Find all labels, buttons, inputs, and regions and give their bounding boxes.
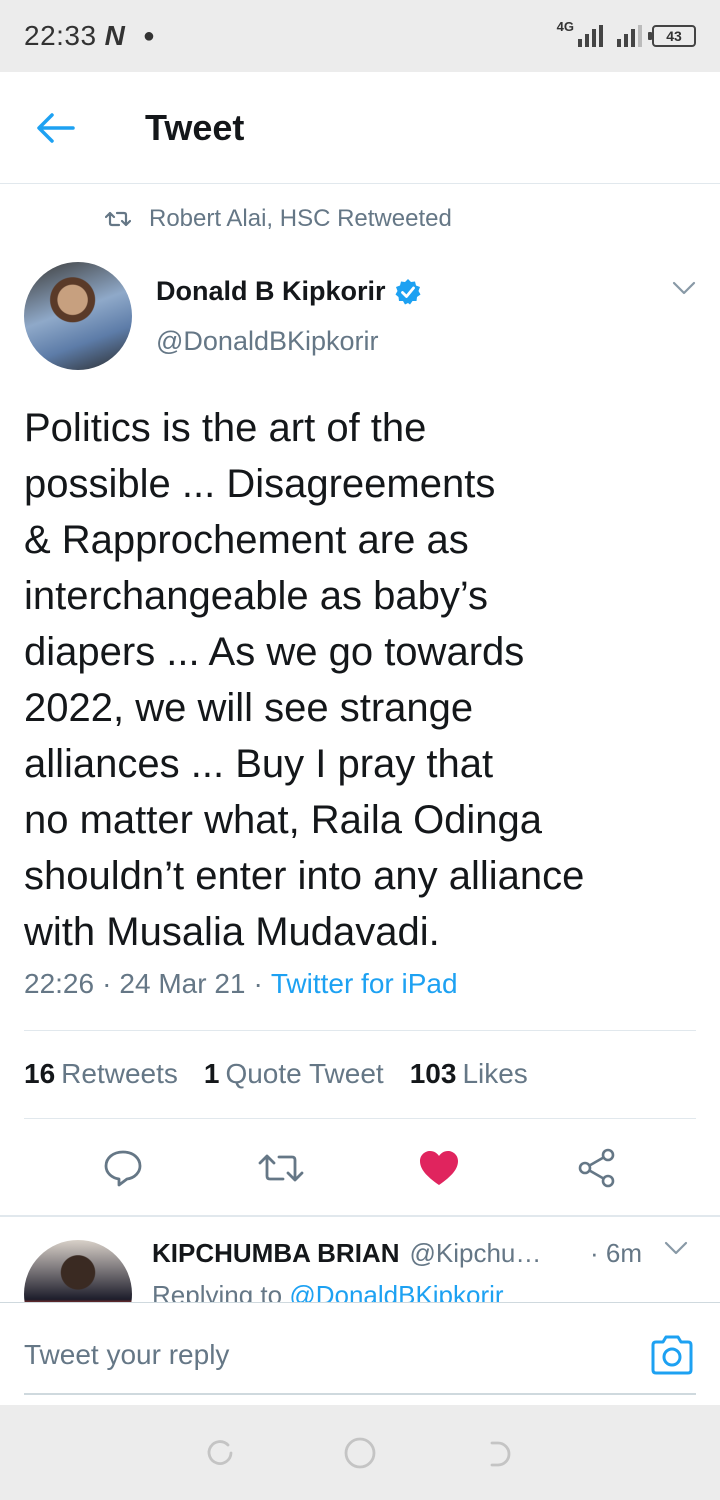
likes-label: Likes	[462, 1058, 528, 1089]
retweeted-label: Robert Alai, HSC Retweeted	[149, 205, 452, 232]
battery-icon: 43	[648, 25, 696, 47]
signal-icon	[578, 25, 603, 47]
recents-button[interactable]	[200, 1433, 240, 1473]
share-button[interactable]	[567, 1138, 627, 1198]
reply-composer: Tweet your reply	[0, 1302, 720, 1402]
replying-to-link[interactable]: @DonaldBKipkorir	[289, 1280, 503, 1302]
reply-author-handle: @Kipchu…	[409, 1238, 542, 1268]
arrow-left-icon	[37, 112, 75, 143]
reply-button[interactable]	[93, 1138, 153, 1198]
home-button[interactable]	[340, 1433, 380, 1473]
tweet-source-link[interactable]: Twitter for iPad	[271, 968, 458, 1000]
page-title: Tweet	[145, 106, 245, 148]
reply-author-name: KIPCHUMBA BRIAN	[152, 1238, 400, 1268]
back-nav-icon	[490, 1441, 511, 1466]
divider	[24, 1118, 696, 1119]
camera-icon[interactable]	[648, 1331, 696, 1379]
back-nav-button[interactable]	[480, 1433, 520, 1473]
quotes-label: Quote Tweet	[225, 1058, 384, 1089]
verified-badge-icon	[395, 278, 421, 304]
like-button[interactable]	[409, 1138, 469, 1198]
quotes-count: 1	[203, 1058, 220, 1089]
status-icons: 4G 43	[557, 19, 696, 47]
tweet-meta: 22:26 · 24 Mar 21 · Twitter for iPad	[24, 968, 458, 1000]
meta-separator-2: ·	[253, 968, 263, 999]
tweet-author: Donald B Kipkorir @DonaldBKipkorir	[24, 262, 696, 372]
replying-to: Replying to @DonaldBKipkorir	[152, 1280, 504, 1302]
author-name-row[interactable]: Donald B Kipkorir	[156, 276, 422, 307]
retweets-stat[interactable]: 16 Retweets	[24, 1058, 178, 1090]
meta-separator: ·	[102, 968, 112, 999]
tweet-stats: 16 Retweets 1 Quote Tweet 103 Likes	[24, 1058, 528, 1090]
divider	[24, 1030, 696, 1031]
home-circle-icon	[344, 1437, 376, 1468]
top-app-bar: Tweet	[0, 72, 720, 184]
author-name: Donald B Kipkorir	[156, 276, 386, 306]
status-time: 22:33	[24, 20, 97, 51]
signal-icon-2	[617, 25, 642, 47]
reply-item[interactable]: KIPCHUMBA BRIAN @Kipchu… · 6m Replying t…	[0, 1238, 720, 1302]
chevron-down-icon[interactable]	[664, 1240, 688, 1256]
reply-author-row: KIPCHUMBA BRIAN @Kipchu…	[152, 1238, 541, 1269]
avatar[interactable]	[24, 1240, 132, 1302]
reply-icon	[104, 1150, 142, 1187]
replying-prefix: Replying to	[152, 1280, 283, 1302]
retweet-small-icon	[105, 211, 131, 227]
retweet-icon	[258, 1154, 304, 1182]
avatar[interactable]	[24, 262, 132, 370]
section-divider	[0, 1215, 720, 1217]
chevron-down-icon[interactable]	[672, 280, 696, 296]
tweet-text: Politics is the art of the possible ... …	[24, 406, 585, 954]
retweets-count: 16	[24, 1058, 56, 1089]
likes-stat[interactable]: 103 Likes	[410, 1058, 528, 1090]
system-nav-bar	[0, 1405, 720, 1500]
status-bar: 22:33 N ● 4G 43	[0, 0, 720, 72]
tweet-time: 22:26	[24, 968, 95, 999]
reply-time: · 6m	[590, 1238, 642, 1268]
reply-input[interactable]: Tweet your reply	[24, 1339, 229, 1371]
carrier-logo-icon: N	[104, 20, 125, 51]
share-icon	[578, 1148, 615, 1188]
retweet-button[interactable]	[251, 1138, 311, 1198]
tweet-date: 24 Mar 21	[119, 968, 246, 999]
quotes-stat[interactable]: 1 Quote Tweet	[204, 1058, 384, 1090]
retweeted-by[interactable]: Robert Alai, HSC Retweeted	[105, 205, 452, 233]
recents-icon	[207, 1439, 233, 1465]
tweet-actions	[0, 1138, 720, 1198]
likes-count: 103	[409, 1058, 457, 1089]
author-handle[interactable]: @DonaldBKipkorir	[156, 326, 379, 357]
notification-dot-icon: ●	[142, 24, 155, 47]
network-type: 4G	[556, 18, 574, 34]
input-underline	[24, 1393, 696, 1395]
heart-icon	[420, 1151, 458, 1185]
back-button[interactable]	[0, 72, 110, 184]
retweets-label: Retweets	[61, 1058, 178, 1089]
